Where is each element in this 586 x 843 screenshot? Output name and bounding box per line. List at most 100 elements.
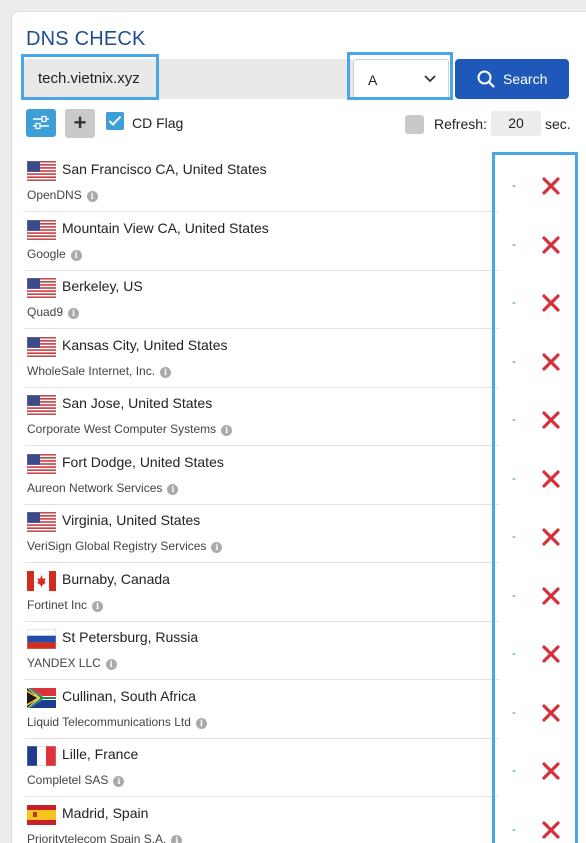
ru-flag-icon [27,629,56,649]
info-icon[interactable]: i [221,425,233,436]
result-status: - [512,353,516,368]
result-location: Burnaby, Canada [62,570,170,587]
dns-check-card: DNS CHECK tech.vietnix.xyz A Search + CD… [11,11,586,843]
result-location: Kansas City, United States [62,336,228,353]
za-flag-icon [27,687,56,708]
result-provider-name: Liquid Telecommunications Ltd [27,714,191,729]
result-row: Cullinan, South Africa Liquid Telecommuni… [25,681,499,739]
highlight-box-status-column [492,152,578,843]
result-provider-name: Google [27,246,66,261]
info-icon[interactable]: i [211,542,223,553]
settings-button[interactable] [26,109,56,137]
result-status: - [512,295,516,309]
us-flag-icon [27,395,56,415]
ca-flag-icon [27,570,56,591]
refresh-checkbox[interactable] [405,115,424,134]
cd-flag-checkbox[interactable] [106,112,124,130]
result-status: - [512,646,516,660]
page-title: DNS CHECK [26,28,146,50]
result-provider-name: WholeSale Internet, Inc. [27,363,156,378]
result-location: Virginia, United States [62,512,201,528]
result-row: St Petersburg, Russia YANDEX LLC i [25,622,499,680]
us-flag-icon [27,219,56,240]
result-provider-name: YANDEX LLC [27,656,101,670]
result-location: St Petersburg, Russia [62,629,199,645]
result-provider-name: Fortinet Inc [27,597,88,612]
result-row: Madrid, Spain Prioritytelecom Spain S.A. i [25,798,499,843]
result-provider-name: Prioritytelecom Spain S.A. [27,831,167,843]
info-icon[interactable]: i [70,249,82,261]
result-provider: WholeSale Internet, Inc. i [27,363,172,378]
refresh-interval-input[interactable]: 20 [491,111,541,136]
result-location: Lille, France [62,746,139,762]
chevron-down-icon [424,75,436,83]
fail-x-icon [542,762,560,780]
result-status: - [512,821,516,836]
info-icon[interactable]: i [86,191,98,202]
result-location: Madrid, Spain [62,804,149,821]
info-icon[interactable]: i [105,659,117,670]
result-status: - [512,236,516,251]
search-icon [477,70,495,88]
result-row: Fort Dodge, United States Aureon Network … [25,447,499,505]
fail-x-icon [542,235,560,254]
result-status: - [512,412,516,426]
result-row: San Francisco CA, United States OpenDNS i [25,154,499,212]
refresh-label: Refresh: [434,116,487,132]
result-provider: Liquid Telecommunications Ltd i [27,715,207,729]
result-location: Berkeley, US [62,278,143,294]
result-row: Mountain View CA, United States Google i [25,213,499,271]
search-button[interactable]: Search [455,59,569,99]
us-flag-icon [27,336,56,357]
info-icon[interactable]: i [195,717,207,729]
fail-x-icon [542,528,560,546]
info-icon[interactable]: i [171,834,183,843]
result-provider-name: Quad9 [27,305,64,319]
fail-x-icon [542,820,560,839]
us-flag-icon [27,278,56,298]
result-provider-name: Aureon Network Services [27,480,163,495]
result-location: San Jose, United States [62,395,213,411]
info-icon[interactable]: i [113,776,125,787]
fail-x-icon [542,586,560,605]
info-icon[interactable]: i [167,483,179,495]
us-flag-icon [27,512,56,532]
info-icon[interactable]: i [68,308,80,319]
domain-input[interactable]: tech.vietnix.xyz [24,59,354,99]
sliders-icon [33,115,49,130]
result-location: Fort Dodge, United States [62,453,224,470]
result-row: Kansas City, United States WholeSale Inte… [25,330,499,388]
record-type-value: A [368,72,378,88]
result-provider: Corporate West Computer Systems i [27,422,233,436]
fail-x-icon [542,177,560,195]
fail-x-icon [542,645,560,663]
record-type-select[interactable]: A [353,59,449,99]
result-status: - [512,178,516,192]
fail-x-icon [542,294,560,312]
cd-flag-label: CD Flag [132,115,184,131]
result-status: - [512,763,516,777]
result-status: - [512,470,516,485]
result-location: Mountain View CA, United States [62,219,269,236]
info-icon[interactable]: i [160,366,172,378]
es-flag-icon [27,804,56,825]
search-button-label: Search [503,71,548,87]
result-provider: Quad9 i [27,305,80,319]
result-provider: VeriSign Global Registry Services i [27,539,223,553]
info-icon[interactable]: i [92,600,104,612]
result-provider-name: Completel SAS [27,773,109,787]
refresh-unit-label: sec. [545,116,571,132]
result-provider: Prioritytelecom Spain S.A. i [27,831,183,843]
result-provider: Fortinet Inc i [27,597,104,612]
add-server-button[interactable]: + [65,109,95,138]
result-provider: Completel SAS i [27,773,125,787]
fail-x-icon [542,469,560,488]
result-status: - [512,529,516,543]
result-location: San Francisco CA, United States [62,161,267,177]
result-provider-name: VeriSign Global Registry Services [27,539,207,553]
fail-x-icon [542,352,560,371]
result-row: Berkeley, US Quad9 i [25,271,499,329]
result-status: - [512,704,516,719]
result-provider: Google i [27,247,82,261]
fail-x-icon [542,411,560,429]
